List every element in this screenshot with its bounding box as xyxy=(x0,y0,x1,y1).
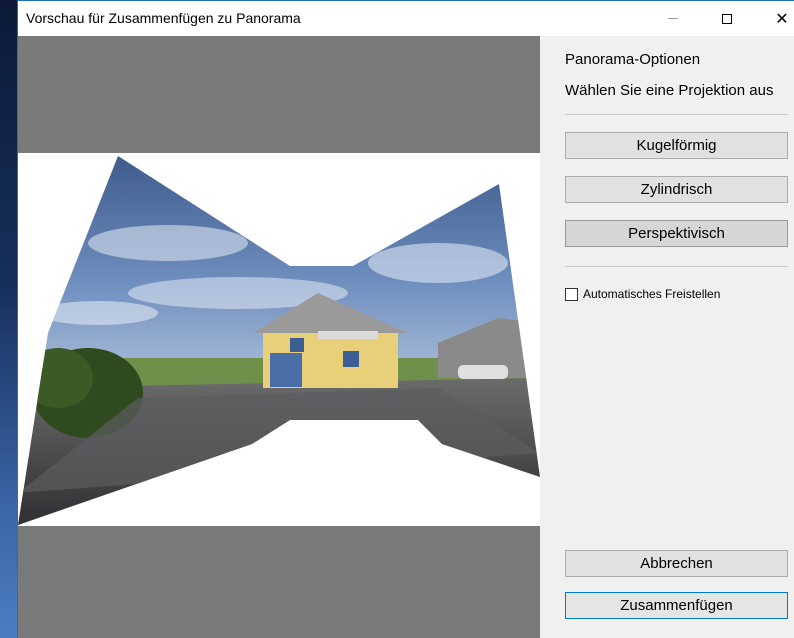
spherical-projection-button[interactable]: Kugelförmig xyxy=(565,132,788,159)
panorama-preview-area xyxy=(18,36,540,638)
minimize-button[interactable] xyxy=(650,1,696,36)
minimize-icon xyxy=(668,18,678,19)
cylindrical-projection-button[interactable]: Zylindrisch xyxy=(565,176,788,203)
separator xyxy=(565,266,788,267)
close-button[interactable]: ✕ xyxy=(759,1,794,36)
projection-prompt: Wählen Sie eine Projektion aus xyxy=(565,82,774,99)
options-heading: Panorama-Optionen xyxy=(565,51,701,68)
panorama-options-panel: Panorama-Optionen Wählen Sie eine Projek… xyxy=(540,36,794,638)
auto-crop-option[interactable]: Automatisches Freistellen xyxy=(565,287,720,301)
maximize-icon xyxy=(722,13,732,24)
auto-crop-checkbox[interactable] xyxy=(565,287,578,301)
title-bar[interactable]: Vorschau für Zusammenfügen zu Panorama ✕ xyxy=(18,1,794,36)
separator xyxy=(565,114,788,115)
merge-button[interactable]: Zusammenfügen xyxy=(565,592,788,619)
auto-crop-label[interactable]: Automatisches Freistellen xyxy=(583,287,720,301)
close-icon: ✕ xyxy=(775,10,789,28)
maximize-button[interactable] xyxy=(704,1,750,36)
panorama-image xyxy=(18,156,540,525)
panorama-preview-dialog: Vorschau für Zusammenfügen zu Panorama ✕ xyxy=(17,0,794,638)
cancel-button[interactable]: Abbrechen xyxy=(565,550,788,577)
perspective-projection-button[interactable]: Perspektivisch xyxy=(565,220,788,247)
desktop-background xyxy=(0,0,17,638)
window-title: Vorschau für Zusammenfügen zu Panorama xyxy=(26,10,301,26)
